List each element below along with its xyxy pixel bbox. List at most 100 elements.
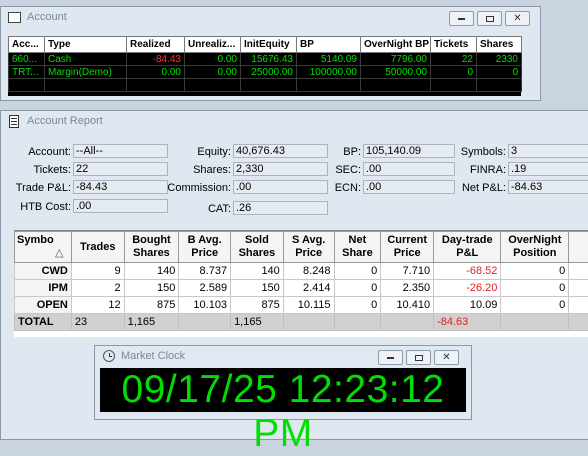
sec-field: .00 bbox=[363, 162, 455, 176]
report-column-header[interactable]: Sold Shares bbox=[231, 232, 284, 263]
minimize-button[interactable] bbox=[449, 11, 474, 26]
report-column-header[interactable]: OverNight Position bbox=[501, 232, 569, 263]
report-cell: 140 bbox=[124, 263, 179, 280]
account-empty-cell bbox=[9, 79, 45, 92]
shares-label: Shares: bbox=[161, 164, 231, 176]
symbols-field: 3 bbox=[508, 144, 588, 158]
account-column-header[interactable]: OverNight BP bbox=[361, 37, 431, 53]
report-column-header[interactable]: Trades bbox=[71, 232, 124, 263]
report-column-header-label: B Avg. Price bbox=[188, 234, 222, 259]
finra-label: FINRA: bbox=[451, 164, 506, 176]
report-column-header-extra bbox=[569, 232, 588, 263]
report-cell: 0 bbox=[501, 263, 569, 280]
report-column-header-label: S Avg. Price bbox=[292, 234, 325, 259]
report-cell-extra bbox=[569, 280, 588, 297]
account-empty-cell bbox=[127, 79, 185, 92]
account-column-header[interactable]: Acc... bbox=[9, 37, 45, 53]
total-cell: 1,165 bbox=[124, 314, 179, 331]
account-row[interactable]: 660...Cash-84.430.0015676.435140.097796.… bbox=[9, 53, 522, 66]
account-cell: 5140.09 bbox=[297, 53, 361, 66]
report-grid: Symbo△ Trades Bought Shares B Avg. Price Sol… bbox=[14, 230, 588, 337]
report-row[interactable]: CWD91408.7371408.24807.710-68.520 bbox=[15, 263, 588, 280]
report-cell: 0 bbox=[501, 297, 569, 314]
maximize-icon bbox=[486, 16, 494, 22]
clock-time-display: 09/17/25 12:23:12 PM bbox=[100, 368, 466, 412]
symbols-label: Symbols: bbox=[451, 146, 506, 158]
account-column-header[interactable]: Unrealiz... bbox=[185, 37, 241, 53]
report-column-header[interactable]: Net Share bbox=[334, 232, 381, 263]
market-clock-window: Market Clock ✕ 09/17/25 12:23:12 PM bbox=[94, 345, 472, 420]
report-column-header[interactable]: Symbo△ bbox=[15, 232, 72, 263]
sec-label: SEC: bbox=[321, 164, 361, 176]
equity-label: Equity: bbox=[161, 146, 231, 158]
report-cell: 2 bbox=[71, 280, 124, 297]
commission-field: .00 bbox=[233, 180, 328, 194]
account-column-header[interactable]: Shares bbox=[477, 37, 522, 53]
account-cell: Cash bbox=[45, 53, 127, 66]
close-icon: ✕ bbox=[506, 12, 529, 25]
report-cell: 0 bbox=[334, 280, 381, 297]
report-column-header-label: Symbo bbox=[17, 234, 54, 246]
report-column-header[interactable]: S Avg. Price bbox=[283, 232, 334, 263]
report-cell: -26.20 bbox=[434, 280, 501, 297]
account-column-header[interactable]: InitEquity bbox=[241, 37, 297, 53]
account-column-header[interactable]: Realized bbox=[127, 37, 185, 53]
account-titlebar[interactable]: Account ✕ bbox=[1, 7, 540, 29]
report-titlebar[interactable]: Account Report bbox=[1, 111, 588, 133]
account-row[interactable]: TRT...Margin(Demo)0.000.0025000.00100000… bbox=[9, 66, 522, 79]
report-column-header[interactable]: B Avg. Price bbox=[179, 232, 231, 263]
report-column-header[interactable]: Bought Shares bbox=[124, 232, 179, 263]
account-empty-cell bbox=[45, 79, 127, 92]
symbol-cell: IPM bbox=[15, 280, 72, 297]
account-empty-cell bbox=[241, 79, 297, 92]
report-cell: 7.710 bbox=[381, 263, 434, 280]
account-column-header[interactable]: Tickets bbox=[431, 37, 477, 53]
report-cell: 10.410 bbox=[381, 297, 434, 314]
report-row[interactable]: OPEN1287510.10387510.115010.41010.090 bbox=[15, 297, 588, 314]
account-column-header[interactable]: Type bbox=[45, 37, 127, 53]
report-column-header[interactable]: Day-trade P&L bbox=[434, 232, 501, 263]
account-window-title: Account bbox=[27, 11, 67, 23]
symbol-cell: CWD bbox=[15, 263, 72, 280]
report-cell: 875 bbox=[231, 297, 284, 314]
total-cell bbox=[334, 314, 381, 331]
report-cell: 8.737 bbox=[179, 263, 231, 280]
cat-field: .26 bbox=[233, 201, 328, 215]
report-row[interactable]: IPM21502.5891502.41402.350-26.200 bbox=[15, 280, 588, 297]
maximize-button[interactable] bbox=[477, 11, 502, 26]
account-cell: 15676.43 bbox=[241, 53, 297, 66]
report-column-header-label: Trades bbox=[80, 241, 115, 253]
minimize-icon bbox=[458, 18, 465, 20]
account-window: Account ✕ Acc...TypeRealizedUnrealiz...I… bbox=[0, 6, 541, 101]
report-cell: 8.248 bbox=[283, 263, 334, 280]
account-empty-cell bbox=[361, 79, 431, 92]
report-window-title: Account Report bbox=[27, 115, 103, 127]
account-cell: 100000.00 bbox=[297, 66, 361, 79]
document-icon bbox=[9, 115, 19, 128]
report-cell-extra bbox=[569, 263, 588, 280]
clock-minimize-button[interactable] bbox=[378, 350, 403, 365]
shares-field: 2,330 bbox=[233, 162, 328, 176]
close-button[interactable]: ✕ bbox=[505, 11, 530, 26]
clock-close-button[interactable]: ✕ bbox=[434, 350, 459, 365]
clock-titlebar[interactable]: Market Clock ✕ bbox=[95, 346, 471, 368]
account-cell: 0 bbox=[477, 66, 522, 79]
clock-maximize-button[interactable] bbox=[406, 350, 431, 365]
report-column-header-label: Bought Shares bbox=[132, 234, 170, 259]
report-column-header-label: Sold Shares bbox=[239, 234, 276, 259]
account-empty-cell bbox=[185, 79, 241, 92]
report-total-row: TOTAL231,1651,165-84.63 bbox=[15, 314, 588, 331]
report-column-header-label: OverNight Position bbox=[508, 234, 561, 259]
account-column-header[interactable]: BP bbox=[297, 37, 361, 53]
account-cell: -84.43 bbox=[127, 53, 185, 66]
cat-label: CAT: bbox=[161, 203, 231, 215]
account-field[interactable]: --All-- bbox=[73, 144, 168, 158]
report-column-header[interactable]: Current Price bbox=[381, 232, 434, 263]
report-cell: 0 bbox=[334, 263, 381, 280]
net-pl-label: Net P&L: bbox=[451, 182, 506, 194]
ecn-label: ECN: bbox=[321, 182, 361, 194]
report-cell: 0 bbox=[334, 297, 381, 314]
report-column-header-label: Day-trade P&L bbox=[442, 234, 493, 259]
bp-field: 105,140.09 bbox=[363, 144, 455, 158]
account-empty-cell bbox=[431, 79, 477, 92]
